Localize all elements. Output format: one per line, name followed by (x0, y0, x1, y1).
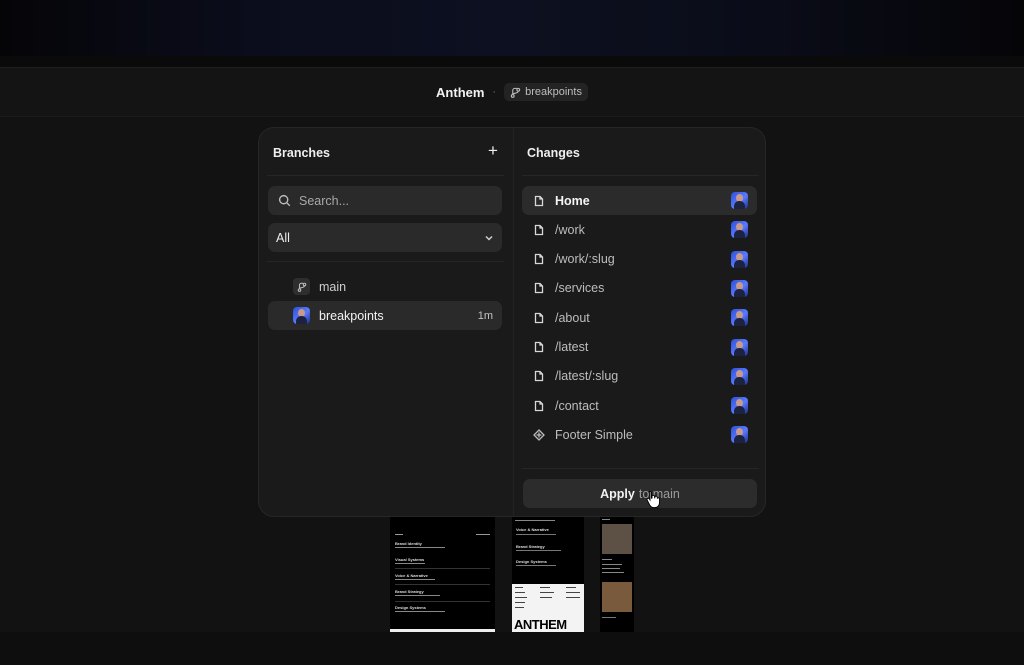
preview-desktop[interactable]: Brand Identity Visual Systems Voice & Na… (390, 517, 495, 632)
change-item[interactable]: Footer Simple (522, 420, 757, 449)
git-branch-icon (510, 87, 521, 98)
branch-updated-time: 1m (477, 309, 493, 322)
branch-item-main[interactable]: main (268, 272, 502, 301)
change-item[interactable]: /about (522, 303, 757, 332)
page-icon (532, 311, 545, 324)
page-icon (532, 223, 545, 236)
chevron-down-icon (485, 235, 493, 241)
preview-photo (602, 524, 632, 554)
change-item[interactable]: /contact (522, 391, 757, 420)
apply-label: Apply (600, 486, 635, 501)
divider (522, 468, 759, 469)
change-item[interactable]: Home (522, 186, 757, 215)
change-item[interactable]: /work (522, 215, 757, 244)
changes-title: Changes (527, 146, 580, 160)
branches-changes-panel: Branches + All main break (258, 127, 766, 517)
change-label: Home (555, 193, 590, 208)
filter-value: All (276, 230, 290, 245)
project-name[interactable]: Anthem (436, 85, 484, 100)
avatar (731, 397, 748, 415)
change-item[interactable]: /work/:slug (522, 245, 757, 274)
changes-column: Changes Home/work/work/:slug/services/ab… (513, 128, 765, 516)
search-input[interactable] (299, 193, 489, 208)
add-branch-button[interactable]: + (484, 141, 502, 160)
avatar (731, 250, 748, 268)
preview-tablet[interactable]: Voice & Narrative Brand Strategy Design … (512, 517, 584, 632)
page-icon (532, 370, 545, 383)
branch-item-breakpoints[interactable]: breakpoints 1m (268, 301, 502, 330)
branches-title: Branches (273, 146, 330, 160)
top-band (0, 56, 1024, 67)
preview-item: Visual Systems (395, 557, 425, 562)
header-separator: · (492, 86, 497, 98)
hand-pointer-cursor-icon (646, 491, 660, 508)
top-backdrop (0, 0, 1024, 56)
avatar (731, 221, 748, 239)
avatar (731, 338, 748, 356)
branch-search[interactable] (268, 186, 502, 215)
avatar (731, 192, 748, 209)
current-branch-chip[interactable]: breakpoints (504, 83, 588, 101)
change-label: /services (555, 281, 605, 296)
page-icon (532, 194, 545, 207)
preview-item: Design Systems (395, 605, 426, 610)
page-icon (532, 253, 545, 266)
change-label: /latest (555, 340, 589, 354)
branch-filter-select[interactable]: All (268, 223, 502, 252)
component-icon (532, 428, 545, 441)
search-icon (278, 194, 291, 207)
preview-item: Brand Strategy (516, 544, 545, 549)
preview-item: Design Systems (516, 559, 547, 564)
preview-footer-block: ANTHEM (512, 584, 584, 632)
current-branch-label: breakpoints (525, 86, 582, 98)
change-label: /latest/:slug (555, 369, 619, 384)
branch-label: main (319, 279, 347, 294)
avatar (293, 307, 310, 324)
avatar (731, 367, 748, 385)
divider (267, 261, 504, 262)
preview-item: Voice & Narrative (395, 573, 428, 578)
change-label: /contact (555, 398, 599, 413)
git-branch-icon (293, 278, 310, 295)
change-item[interactable]: /latest (522, 333, 757, 362)
preview-mobile[interactable] (600, 517, 634, 632)
change-item[interactable]: /latest/:slug (522, 362, 757, 391)
avatar (731, 279, 748, 297)
page-icon (532, 399, 545, 412)
change-item[interactable]: /services (522, 274, 757, 303)
divider (522, 175, 759, 176)
page-icon (532, 282, 545, 295)
divider (267, 175, 504, 176)
page-icon (532, 341, 545, 354)
preview-item: Brand Identity (395, 541, 422, 546)
branch-label: breakpoints (319, 308, 384, 323)
preview-item: Brand Strategy (395, 589, 424, 594)
apply-to-main-button[interactable]: Apply to main (523, 479, 757, 508)
change-label: /work (555, 222, 585, 237)
project-header: Anthem · breakpoints (0, 67, 1024, 117)
avatar (731, 309, 748, 327)
preview-logo: ANTHEM (514, 617, 567, 632)
change-label: Footer Simple (555, 427, 633, 442)
change-label: /about (555, 310, 590, 325)
preview-item: Voice & Narrative (516, 527, 549, 532)
preview-photo (602, 582, 632, 612)
avatar (731, 426, 748, 444)
branches-column: Branches + All main break (259, 128, 512, 516)
change-label: /work/:slug (555, 252, 615, 267)
